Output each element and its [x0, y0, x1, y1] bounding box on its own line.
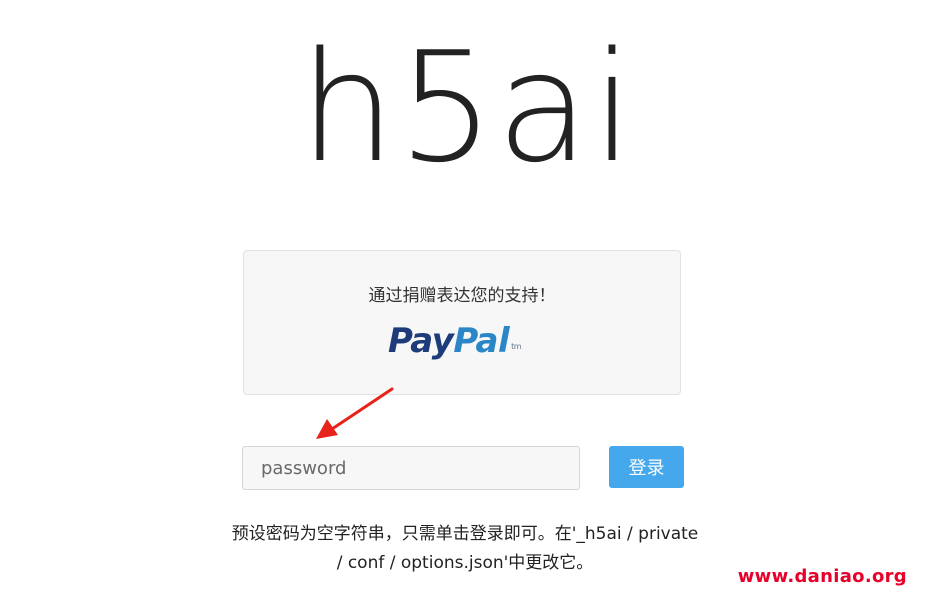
red-arrow-icon	[316, 387, 394, 439]
paypal-logo-part1: Pay	[388, 321, 454, 361]
donate-text: 通过捐赠表达您的支持！	[368, 286, 556, 306]
password-input[interactable]	[242, 446, 580, 490]
paypal-logo-part2: Pal	[453, 321, 510, 361]
password-hint-text: 预设密码为空字符串，只需单击登录即可。在'_h5ai / private / c…	[231, 524, 699, 573]
login-button[interactable]: 登录	[609, 446, 684, 488]
app-logo: h5ai	[299, 19, 636, 196]
paypal-trademark: tm	[511, 342, 522, 351]
site-watermark: www.daniao.org	[737, 566, 907, 587]
paypal-logo-button[interactable]: PayPal tm	[388, 319, 522, 363]
donate-panel: 通过捐赠表达您的支持！ PayPal tm	[243, 250, 681, 395]
